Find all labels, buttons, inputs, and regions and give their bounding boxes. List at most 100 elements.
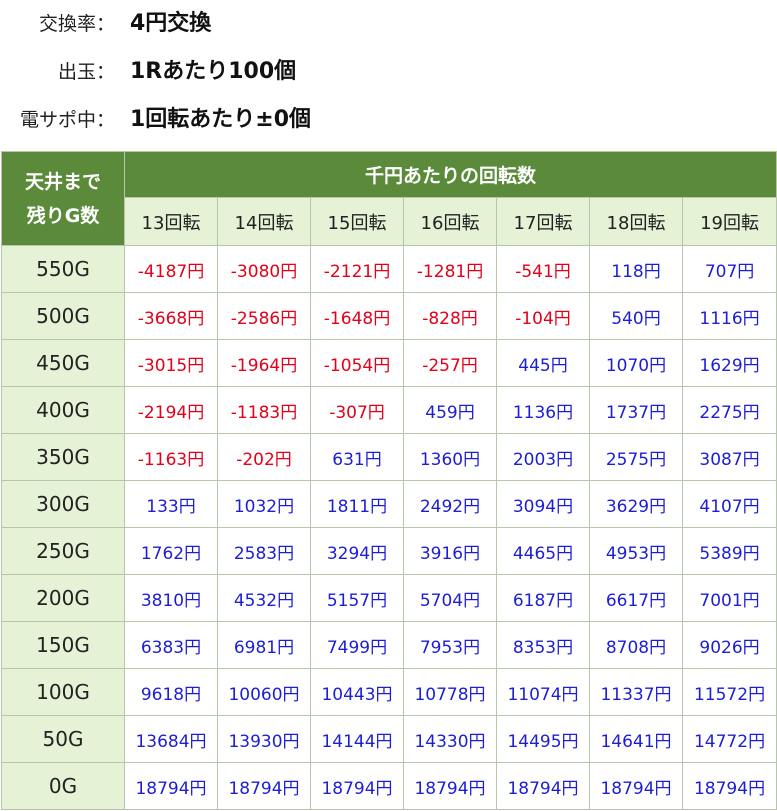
table-row: 400G -2194円 -1183円 -307円 459円 1136円 1737円 2275円 <box>1 386 777 434</box>
expected-value-cell: 2492円 <box>403 480 497 528</box>
table-row: 100G 9618円 10060円 10443円 10778円 11074円 11337円 1… <box>1 668 777 716</box>
expected-value-cell: 5704円 <box>403 574 497 622</box>
expected-value-cell: 1811円 <box>310 480 404 528</box>
expected-value-cell: 2575円 <box>589 433 683 481</box>
expected-value-cell: -541円 <box>496 245 590 293</box>
column-header: 16回転 <box>403 197 497 246</box>
expected-value-table: 天井まで 残りG数 千円あたりの回転数 13回転 14回転 15回転 16回転 17回転… <box>1 150 777 810</box>
expected-value-cell: 13930円 <box>217 715 311 763</box>
expected-value-cell: 7001円 <box>681 574 777 622</box>
expected-value-cell: -257円 <box>403 339 497 387</box>
remaining-games-label: 0G <box>1 762 125 810</box>
expected-value-cell: 4532円 <box>217 574 311 622</box>
exchange-rate-row: 交換率： 4円交換 <box>0 4 777 44</box>
table-row: 200G 3810円 4532円 5157円 5704円 6187円 6617円 7001円 <box>1 574 777 622</box>
support-label: 電サポ中： <box>19 109 115 131</box>
expected-value-cell: 11572円 <box>681 668 777 716</box>
expected-value-cell: -2586円 <box>217 292 311 340</box>
exchange-rate-value: 4円交換 <box>130 11 212 36</box>
expected-value-cell: -2194円 <box>124 386 218 434</box>
expected-value-cell: 6383円 <box>124 621 218 669</box>
remaining-games-label: 400G <box>1 386 125 434</box>
column-header: 19回転 <box>681 197 777 246</box>
expected-value-cell: 707円 <box>681 245 777 293</box>
expected-value-cell: 10060円 <box>217 668 311 716</box>
support-row: 電サポ中： 1回転あたり±0個 <box>0 100 777 140</box>
expected-value-cell: 3087円 <box>681 433 777 481</box>
expected-value-cell: -828円 <box>403 292 497 340</box>
expected-value-cell: 6617円 <box>589 574 683 622</box>
remaining-games-label: 350G <box>1 433 125 481</box>
table-body: 550G -4187円 -3080円 -2121円 -1281円 -541円 118円 707… <box>1 245 777 810</box>
expected-value-cell: 18794円 <box>310 762 404 810</box>
expected-value-cell: 4953円 <box>589 527 683 575</box>
expected-value-cell: 18794円 <box>217 762 311 810</box>
expected-value-cell: 1737円 <box>589 386 683 434</box>
expected-value-cell: -1964円 <box>217 339 311 387</box>
expected-value-cell: 7953円 <box>403 621 497 669</box>
expected-value-cell: 18794円 <box>403 762 497 810</box>
expected-value-cell: 1032円 <box>217 480 311 528</box>
expected-value-cell: 11074円 <box>496 668 590 716</box>
expected-value-cell: 1070円 <box>589 339 683 387</box>
expected-value-cell: -1183円 <box>217 386 311 434</box>
support-value: 1回転あたり±0個 <box>130 107 312 132</box>
remaining-games-label: 300G <box>1 480 125 528</box>
expected-value-cell: -3015円 <box>124 339 218 387</box>
table-row: 50G 13684円 13930円 14144円 14330円 14495円 14641円 1… <box>1 715 777 763</box>
table-row: 550G -4187円 -3080円 -2121円 -1281円 -541円 118円 707… <box>1 245 777 293</box>
expected-value-cell: 11337円 <box>589 668 683 716</box>
expected-value-cell: 10443円 <box>310 668 404 716</box>
remaining-games-label: 500G <box>1 292 125 340</box>
expected-value-cell: 1116円 <box>681 292 777 340</box>
column-header: 15回転 <box>310 197 404 246</box>
expected-value-cell: 4465円 <box>496 527 590 575</box>
expected-value-cell: 6981円 <box>217 621 311 669</box>
expected-value-cell: 445円 <box>496 339 590 387</box>
payout-label: 出玉： <box>57 61 115 83</box>
expected-value-cell: 18794円 <box>124 762 218 810</box>
expected-value-cell: 133円 <box>124 480 218 528</box>
expected-value-cell: 13684円 <box>124 715 218 763</box>
expected-value-cell: 14772円 <box>681 715 777 763</box>
expected-value-cell: 9618円 <box>124 668 218 716</box>
expected-value-cell: 631円 <box>310 433 404 481</box>
remaining-games-header-line1: 天井まで <box>24 170 101 193</box>
expected-value-cell: 3916円 <box>403 527 497 575</box>
expected-value-cell: -3668円 <box>124 292 218 340</box>
remaining-games-header-line2: 残りG数 <box>26 204 100 227</box>
expected-value-cell: 18794円 <box>589 762 683 810</box>
payout-value: 1Rあたり100個 <box>130 59 297 84</box>
expected-value-cell: -202円 <box>217 433 311 481</box>
expected-value-cell: 1136円 <box>496 386 590 434</box>
expected-value-cell: 3810円 <box>124 574 218 622</box>
expected-value-cell: 459円 <box>403 386 497 434</box>
table-row: 500G -3668円 -2586円 -1648円 -828円 -104円 540円 1116… <box>1 292 777 340</box>
expected-value-cell: 3094円 <box>496 480 590 528</box>
expected-value-cell: 7499円 <box>310 621 404 669</box>
expected-value-cell: 2275円 <box>681 386 777 434</box>
column-header: 14回転 <box>217 197 311 246</box>
table-row: 250G 1762円 2583円 3294円 3916円 4465円 4953円 5389円 <box>1 527 777 575</box>
expected-value-cell: 4107円 <box>681 480 777 528</box>
expected-value-cell: -1054円 <box>310 339 404 387</box>
expected-value-cell: 10778円 <box>403 668 497 716</box>
payout-row: 出玉： 1Rあたり100個 <box>0 52 777 92</box>
table-row: 450G -3015円 -1964円 -1054円 -257円 445円 1070円 1629… <box>1 339 777 387</box>
expected-value-cell: 14495円 <box>496 715 590 763</box>
expected-value-cell: 14641円 <box>589 715 683 763</box>
expected-value-cell: 6187円 <box>496 574 590 622</box>
expected-value-cell: 9026円 <box>681 621 777 669</box>
expected-value-cell: 14330円 <box>403 715 497 763</box>
expected-value-cell: -104円 <box>496 292 590 340</box>
table-row: 0G 18794円 18794円 18794円 18794円 18794円 18794円 18… <box>1 762 777 810</box>
remaining-games-label: 50G <box>1 715 125 763</box>
expected-value-cell: 2583円 <box>217 527 311 575</box>
expected-value-cell: 8353円 <box>496 621 590 669</box>
expected-value-cell: 5157円 <box>310 574 404 622</box>
remaining-games-label: 100G <box>1 668 125 716</box>
spins-per-1000yen-header: 千円あたりの回転数 <box>123 150 777 199</box>
expected-value-cell: 1360円 <box>403 433 497 481</box>
expected-value-cell: -1281円 <box>403 245 497 293</box>
expected-value-cell: 2003円 <box>496 433 590 481</box>
